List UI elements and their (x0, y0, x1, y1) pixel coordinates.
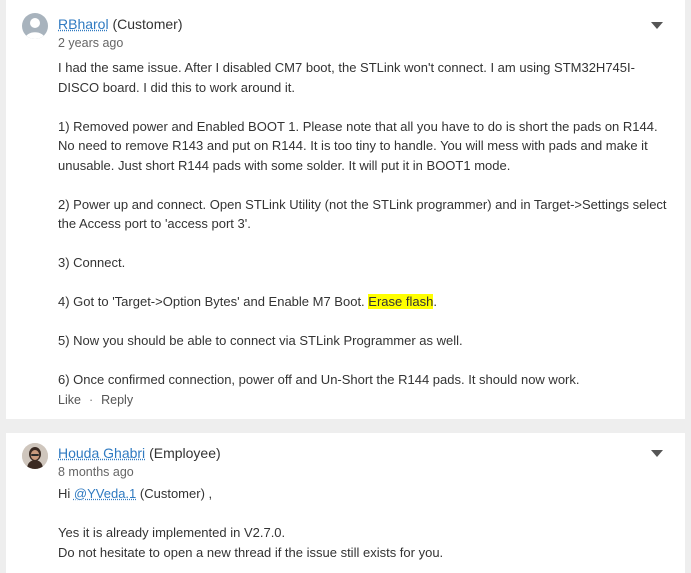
profile-photo-icon (22, 443, 48, 469)
comment-body: I had the same issue. After I disabled C… (58, 58, 673, 390)
paragraph-tail: . (433, 294, 437, 309)
paragraph: 2) Power up and connect. Open STLink Uti… (58, 196, 667, 232)
comment-card: Houda Ghabri (Employee) 8 months ago Hi … (6, 433, 685, 573)
mention-role: (Customer) (139, 486, 205, 501)
comment-actions: Like · Reply (58, 393, 133, 407)
author-line: Houda Ghabri (Employee) (58, 444, 221, 462)
avatar[interactable] (22, 443, 48, 469)
greeting: Hi (58, 486, 71, 501)
paragraph: I had the same issue. After I disabled C… (58, 60, 635, 95)
paragraph-text: 4) Got to 'Target->Option Bytes' and Ena… (58, 294, 365, 309)
chevron-down-icon[interactable] (651, 450, 663, 457)
like-button[interactable]: Like (58, 393, 81, 407)
user-silhouette-icon (25, 18, 45, 39)
chevron-down-icon[interactable] (651, 22, 663, 29)
paragraph: 5) Now you should be able to connect via… (58, 333, 463, 348)
greeting-tail: , (208, 486, 213, 501)
author-role: (Customer) (112, 16, 183, 32)
reply-button[interactable]: Reply (101, 393, 133, 407)
author-role: (Employee) (149, 445, 221, 461)
paragraph: 4) Got to 'Target->Option Bytes' and Ena… (58, 292, 673, 312)
timestamp: 8 months ago (58, 465, 134, 479)
author-name[interactable]: RBharol (58, 16, 109, 32)
greeting-line: Hi @YVeda.1 (Customer) , (58, 484, 673, 504)
paragraph: 3) Connect. (58, 255, 126, 270)
paragraph: Yes it is already implemented in V2.7.0. (58, 525, 286, 540)
paragraph: Do not hesitate to open a new thread if … (58, 544, 444, 560)
paragraph: 6) Once confirmed connection, power off … (58, 372, 580, 387)
highlighted-text: Erase flash (368, 294, 434, 309)
author-line: RBharol (Customer) (58, 15, 183, 33)
comment-card: RBharol (Customer) 2 years ago I had the… (6, 0, 685, 419)
avatar[interactable] (22, 13, 48, 39)
author-name[interactable]: Houda Ghabri (58, 445, 145, 461)
user-mention[interactable]: @YVeda.1 (74, 486, 136, 501)
separator: · (88, 393, 94, 407)
comment-body: Hi @YVeda.1 (Customer) , Yes it is alrea… (58, 484, 673, 562)
timestamp: 2 years ago (58, 36, 124, 50)
paragraph: 1) Removed power and Enabled BOOT 1. Ple… (58, 118, 658, 173)
